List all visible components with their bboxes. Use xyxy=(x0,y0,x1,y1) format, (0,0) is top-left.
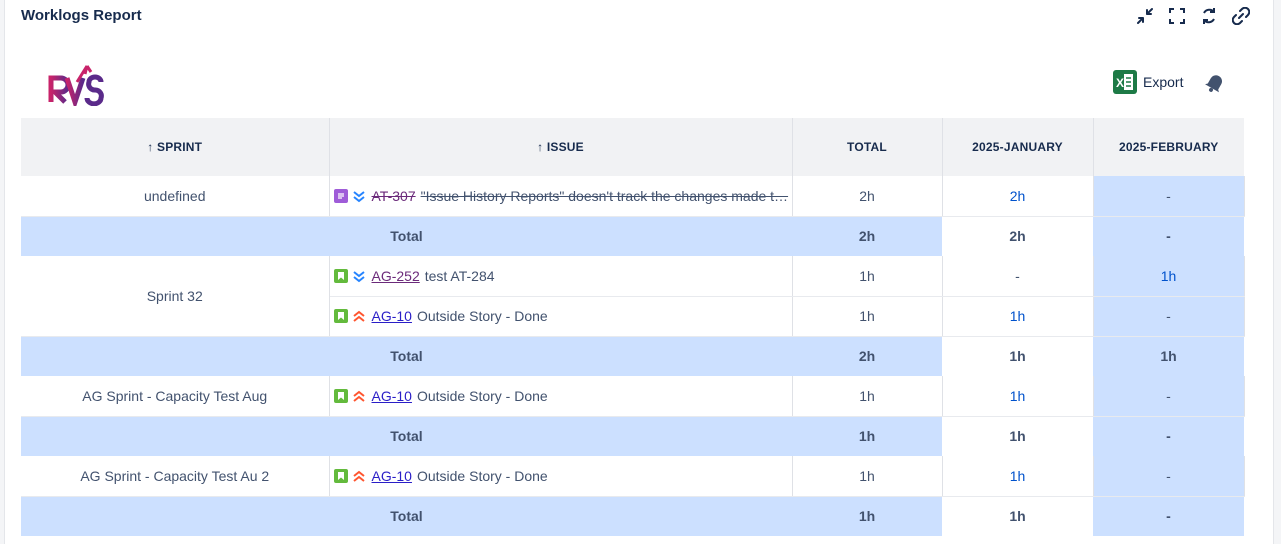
issue-summary: "Issue History Reports" doesn't track th… xyxy=(420,187,789,204)
header-actions xyxy=(1135,6,1251,26)
total-label: Total xyxy=(21,216,792,256)
table-row: AG Sprint - Capacity Test Aug AG-10 Outsi… xyxy=(21,376,1245,417)
story-icon xyxy=(333,309,348,323)
january-total-cell: 2h xyxy=(942,216,1093,256)
issue-key-link[interactable]: AG-10 xyxy=(372,468,412,484)
link-icon[interactable] xyxy=(1231,6,1251,26)
total-cell: 1h xyxy=(792,456,943,497)
refresh-icon[interactable] xyxy=(1199,6,1219,26)
table-row: undefined AT-307 "Issue History Reports" … xyxy=(21,176,1245,217)
story-icon xyxy=(333,268,348,283)
total-row: Total 2h 2h - xyxy=(21,216,1244,256)
total-label: Total xyxy=(21,416,792,456)
total-cell: 1h xyxy=(792,496,942,536)
page-title: Worklogs Report xyxy=(21,7,142,24)
fullscreen-icon[interactable] xyxy=(1167,6,1187,26)
issue-cell: AG-10 Outside Story - Done xyxy=(329,376,793,417)
total-row: Total 1h 1h - xyxy=(21,416,1244,456)
january-cell: - xyxy=(942,256,1094,297)
issue-cell: AT-307 "Issue History Reports" doesn't tr… xyxy=(329,176,793,217)
february-cell: - xyxy=(1093,296,1245,337)
worklogs-panel: Worklogs Report X Export ↑ SPRINT ↑ ISSU… xyxy=(4,0,1274,544)
total-cell: 2h xyxy=(792,216,942,256)
column-header-issue[interactable]: ↑ ISSUE xyxy=(329,118,793,176)
column-header-sprint[interactable]: ↑ SPRINT xyxy=(21,118,330,176)
sprint-cell: undefined xyxy=(21,176,330,217)
january-cell[interactable]: 1h xyxy=(942,376,1094,417)
priority-low-icon xyxy=(352,189,366,203)
worklogs-table: ↑ SPRINT ↑ ISSUE TOTAL 2025-JANUARY 2025… xyxy=(21,118,1245,536)
january-total-cell: 1h xyxy=(942,416,1093,456)
issue-key-link[interactable]: AG-10 xyxy=(372,308,412,324)
table-row: Sprint 32 AG-252 test AT-284 1h - 1h xyxy=(21,256,1245,337)
table-row: AG Sprint - Capacity Test Au 2 AG-10 Outs… xyxy=(21,456,1245,497)
total-cell: 1h xyxy=(792,376,943,417)
total-cell: 2h xyxy=(792,176,943,217)
sprint-cell: Sprint 32 xyxy=(21,256,330,337)
total-cell: 1h xyxy=(792,416,942,456)
story-icon xyxy=(333,388,348,403)
issue-summary: Outside Story - Done xyxy=(416,308,548,324)
february-total-cell: - xyxy=(1093,216,1244,256)
issue-cell: AG-10 Outside Story - Done xyxy=(329,296,793,337)
task-icon xyxy=(333,188,348,203)
february-total-cell: 1h xyxy=(1093,336,1244,376)
column-header-total[interactable]: TOTAL xyxy=(792,118,943,176)
january-cell[interactable]: 1h xyxy=(942,296,1094,337)
issue-key-link[interactable]: AG-252 xyxy=(372,268,420,284)
issue-summary: Outside Story - Done xyxy=(416,387,548,404)
excel-icon: X xyxy=(1113,70,1137,94)
february-cell[interactable]: 1h xyxy=(1093,256,1245,297)
issue-cell: AG-252 test AT-284 xyxy=(329,256,793,297)
february-cell: - xyxy=(1093,376,1245,417)
table-header: ↑ SPRINT ↑ ISSUE TOTAL 2025-JANUARY 2025… xyxy=(21,118,1244,176)
total-cell: 1h xyxy=(792,296,943,337)
february-cell: - xyxy=(1093,456,1245,497)
january-cell[interactable]: 1h xyxy=(942,456,1094,497)
column-header-january[interactable]: 2025-JANUARY xyxy=(942,118,1094,176)
priority-high-icon xyxy=(352,469,366,483)
total-label: Total xyxy=(21,336,792,376)
january-cell[interactable]: 2h xyxy=(942,176,1094,217)
february-total-cell: - xyxy=(1093,496,1244,536)
sprint-cell: AG Sprint - Capacity Test Aug xyxy=(21,376,330,417)
priority-high-icon xyxy=(352,389,366,403)
issue-cell: AG-10 Outside Story - Done xyxy=(329,456,793,497)
export-button[interactable]: X Export xyxy=(1113,70,1183,94)
bell-icon[interactable] xyxy=(1204,72,1226,94)
collapse-arrows-icon[interactable] xyxy=(1135,6,1155,26)
issue-key-link[interactable]: AG-10 xyxy=(372,388,412,404)
total-row: Total 1h 1h - xyxy=(21,496,1244,536)
january-total-cell: 1h xyxy=(942,496,1093,536)
sprint-cell: AG Sprint - Capacity Test Au 2 xyxy=(21,456,330,497)
total-row: Total 2h 1h 1h xyxy=(21,336,1244,376)
priority-high-icon xyxy=(352,309,366,323)
issue-summary: test AT-284 xyxy=(424,267,495,284)
column-header-february[interactable]: 2025-FEBRUARY xyxy=(1093,118,1244,176)
svg-text:X: X xyxy=(1116,76,1124,90)
export-label: Export xyxy=(1143,74,1184,90)
february-cell: - xyxy=(1093,176,1245,217)
issue-key-link[interactable]: AT-307 xyxy=(372,188,416,204)
rvs-logo xyxy=(47,62,107,110)
story-icon xyxy=(333,468,348,483)
total-cell: 1h xyxy=(792,256,943,297)
issue-summary: Outside Story - Done xyxy=(416,467,548,484)
february-total-cell: - xyxy=(1093,416,1244,456)
total-label: Total xyxy=(21,496,792,536)
january-total-cell: 1h xyxy=(942,336,1093,376)
total-cell: 2h xyxy=(792,336,942,376)
priority-low-icon xyxy=(352,269,366,283)
